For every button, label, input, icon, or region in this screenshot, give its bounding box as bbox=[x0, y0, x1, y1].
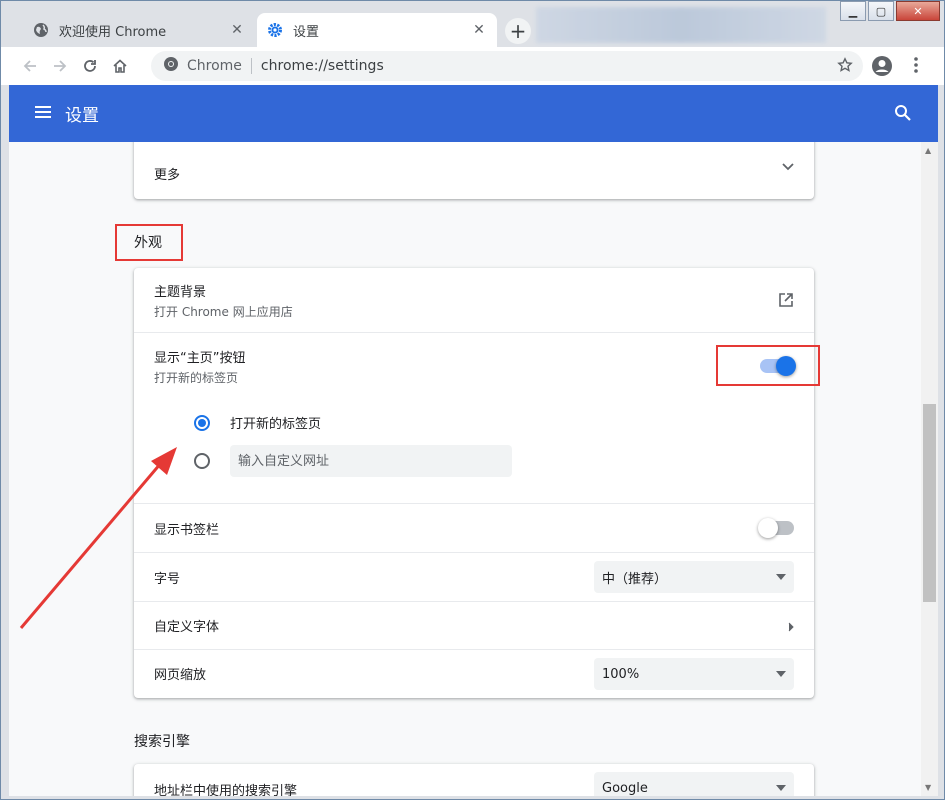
annotation-arrow bbox=[19, 447, 177, 629]
browser-window: 欢迎使用 Chrome ✕ 设置 ✕ + ▁ ▢ ✕ Chrome chrome… bbox=[0, 0, 945, 800]
